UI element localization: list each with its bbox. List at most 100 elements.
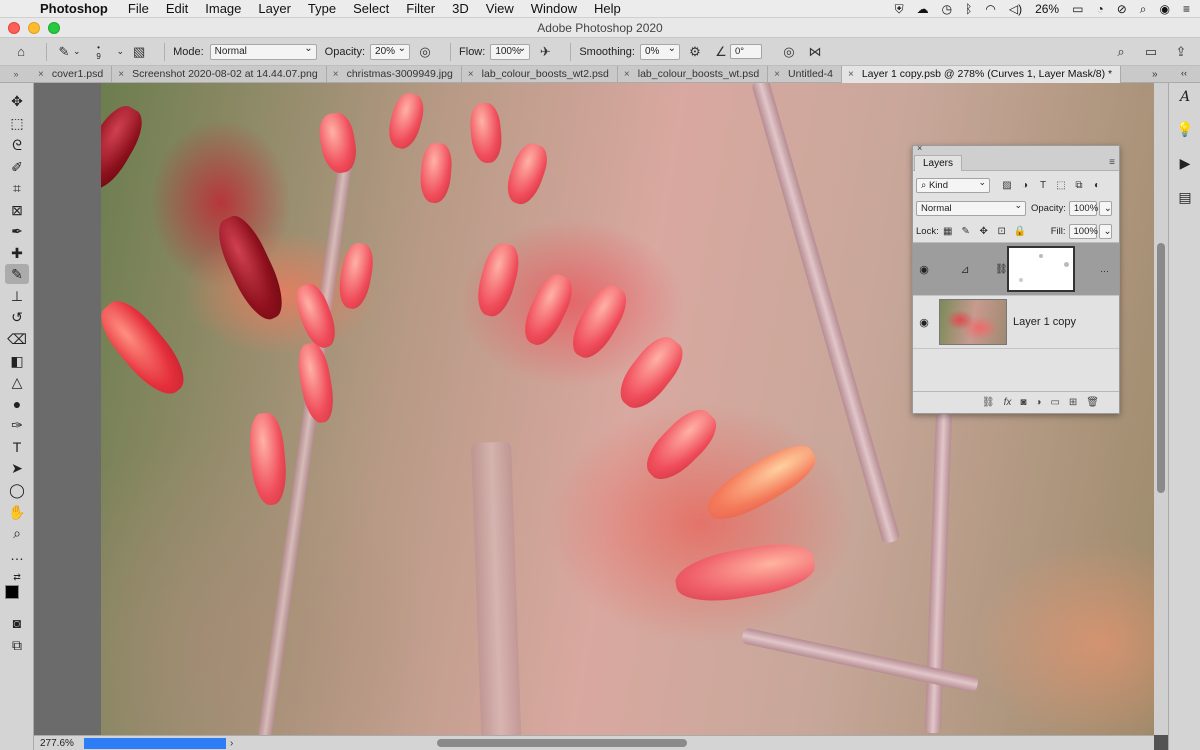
blend-mode-select[interactable]: Normal	[916, 199, 1026, 216]
edit-toolbar-icon[interactable]: …	[5, 545, 29, 565]
spotlight-icon[interactable]: ⌕	[1140, 2, 1147, 17]
filter-shape-icon[interactable]: ⬚	[1052, 180, 1070, 191]
layer-mask-thumbnail[interactable]	[1007, 246, 1075, 292]
character-panel-icon[interactable]: A	[1175, 87, 1195, 107]
gradient-tool-icon[interactable]: ◧	[5, 351, 29, 371]
tab-document[interactable]: × lab_colour_boosts_wt2.psd	[462, 65, 618, 83]
layer-more-icon[interactable]: …	[1100, 264, 1109, 274]
status-menu-chevron-icon[interactable]: ›	[230, 738, 233, 749]
lock-position-icon[interactable]: ✥	[975, 226, 993, 237]
menu-3d[interactable]: 3D	[452, 1, 469, 16]
filter-toggle-icon[interactable]: ◐	[1088, 180, 1106, 191]
pressure-size-icon[interactable]: ◎	[780, 43, 798, 61]
lock-artboard-icon[interactable]: ⊡	[993, 226, 1011, 237]
horizontal-scroll-thumb[interactable]	[437, 739, 687, 747]
close-tab-icon[interactable]: ×	[118, 69, 124, 80]
layer-row-pixel[interactable]: ◉ Layer 1 copy	[913, 296, 1119, 349]
path-selection-tool-icon[interactable]: ➤	[5, 458, 29, 478]
healing-brush-tool-icon[interactable]: ✚	[5, 243, 29, 263]
tab-document[interactable]: × christmas-3009949.jpg	[327, 65, 462, 83]
dodge-tool-icon[interactable]: ●	[5, 394, 29, 414]
new-group-icon[interactable]: ▭	[1050, 397, 1059, 408]
menu-filter[interactable]: Filter	[406, 1, 435, 16]
layers-panel-icon[interactable]: ▤	[1175, 187, 1195, 207]
maximize-window-button[interactable]	[48, 22, 60, 34]
tab-document-active[interactable]: × Layer 1 copy.psb @ 278% (Curves 1, Laye…	[841, 65, 1122, 83]
siri-icon[interactable]: ◉	[1160, 2, 1170, 16]
lock-all-icon[interactable]: 🔒	[1011, 226, 1029, 237]
minimize-window-button[interactable]	[28, 22, 40, 34]
smoothing-input[interactable]: 0%	[639, 42, 680, 60]
add-mask-icon[interactable]: ◙	[1020, 397, 1026, 408]
actions-panel-icon[interactable]: ▶	[1175, 153, 1195, 173]
ellipse-tool-icon[interactable]: ◯	[5, 480, 29, 500]
battery-icon[interactable]: ▭	[1072, 2, 1083, 16]
type-tool-icon[interactable]: T	[5, 437, 29, 457]
fill-input[interactable]: 100%	[1068, 223, 1098, 239]
brush-settings-icon[interactable]: ▧	[130, 43, 148, 61]
move-tool-icon[interactable]: ✥	[5, 91, 29, 111]
tab-document[interactable]: × Untitled-4	[768, 65, 842, 83]
menu-help[interactable]: Help	[594, 1, 621, 16]
layer-opacity-input[interactable]: 100%	[1068, 201, 1098, 216]
vertical-scroll-thumb[interactable]	[1157, 243, 1165, 493]
layer-style-fx-icon[interactable]: fx	[1004, 397, 1012, 408]
tab-document[interactable]: × cover1.psd	[32, 65, 113, 83]
new-layer-icon[interactable]: ⊞	[1069, 397, 1077, 408]
tab-layers[interactable]: Layers	[914, 155, 963, 171]
lasso-tool-icon[interactable]: ᘓ	[5, 135, 29, 155]
zoom-tool-icon[interactable]: ⌕	[5, 523, 29, 543]
wifi-icon[interactable]: ◠	[985, 2, 995, 16]
pressure-opacity-icon[interactable]: ◎	[416, 43, 434, 61]
brush-preview-icon[interactable]: •	[97, 43, 100, 52]
menu-type[interactable]: Type	[308, 1, 336, 16]
screen-mode-icon[interactable]: ⧉	[5, 635, 29, 655]
marquee-tool-icon[interactable]: ⬚	[5, 113, 29, 133]
filter-type-icon[interactable]: T	[1034, 180, 1052, 191]
quick-mask-icon[interactable]: ◙	[5, 613, 29, 633]
visibility-eye-icon[interactable]: ◉	[913, 316, 935, 329]
battery-percent[interactable]: 26%	[1035, 2, 1059, 16]
collapse-dock-icon[interactable]: ‹‹	[1181, 68, 1187, 78]
link-layers-icon[interactable]: ⛓	[982, 397, 995, 408]
menu-view[interactable]: View	[486, 1, 514, 16]
fill-chevron-icon[interactable]: ⌄	[1098, 223, 1112, 239]
quick-selection-tool-icon[interactable]: ✐	[5, 157, 29, 177]
menu-image[interactable]: Image	[205, 1, 241, 16]
hand-tool-icon[interactable]: ✋	[5, 502, 29, 522]
close-tab-icon[interactable]: ×	[38, 69, 44, 80]
history-brush-tool-icon[interactable]: ↺	[5, 307, 29, 327]
menu-photoshop[interactable]: Photoshop	[40, 1, 108, 16]
menu-layer[interactable]: Layer	[258, 1, 291, 16]
delete-layer-icon[interactable]: 🗑	[1086, 397, 1099, 408]
filter-kind-select[interactable]: ⌕ Kind	[916, 176, 990, 193]
status-info-bar[interactable]	[84, 737, 226, 749]
workspace-icon[interactable]: ▭	[1142, 43, 1160, 61]
symmetry-butterfly-icon[interactable]: ⋈	[806, 43, 824, 61]
clone-stamp-tool-icon[interactable]: ⊥	[5, 286, 29, 306]
mode-select[interactable]: Normal	[209, 42, 317, 60]
close-tab-icon[interactable]: ×	[468, 69, 474, 80]
eyedropper-tool-icon[interactable]: ✒	[5, 221, 29, 241]
blur-tool-icon[interactable]: △	[5, 372, 29, 392]
search-icon[interactable]: ⌕	[1112, 43, 1130, 61]
home-icon[interactable]: ⌂	[12, 43, 30, 61]
shield-icon[interactable]: ⛨	[895, 2, 904, 17]
visibility-eye-icon[interactable]: ◉	[913, 263, 935, 276]
close-panel-icon[interactable]: ×	[917, 143, 922, 153]
tab-document[interactable]: × Screenshot 2020-08-02 at 14.44.07.png	[112, 65, 327, 83]
brush-tool-preset-icon[interactable]: ✎	[55, 43, 73, 61]
lock-image-icon[interactable]: ✎	[957, 226, 975, 237]
panel-menu-icon[interactable]: ≡	[1109, 157, 1115, 168]
pen-tool-icon[interactable]: ✑	[5, 415, 29, 435]
filter-adjustment-icon[interactable]: ◑	[1016, 180, 1034, 191]
layer-opacity-chevron-icon[interactable]: ⌄	[1098, 201, 1112, 216]
menu-window[interactable]: Window	[531, 1, 577, 16]
lock-transparent-icon[interactable]: ▦	[939, 226, 957, 237]
tab-document[interactable]: × lab_colour_boosts_wt.psd	[618, 65, 769, 83]
menu-edit[interactable]: Edit	[166, 1, 188, 16]
vertical-scrollbar[interactable]	[1154, 83, 1168, 735]
volume-icon[interactable]: ◁)	[1009, 2, 1022, 16]
close-tab-icon[interactable]: ×	[848, 69, 854, 80]
share-icon[interactable]: ⇪	[1172, 43, 1190, 61]
